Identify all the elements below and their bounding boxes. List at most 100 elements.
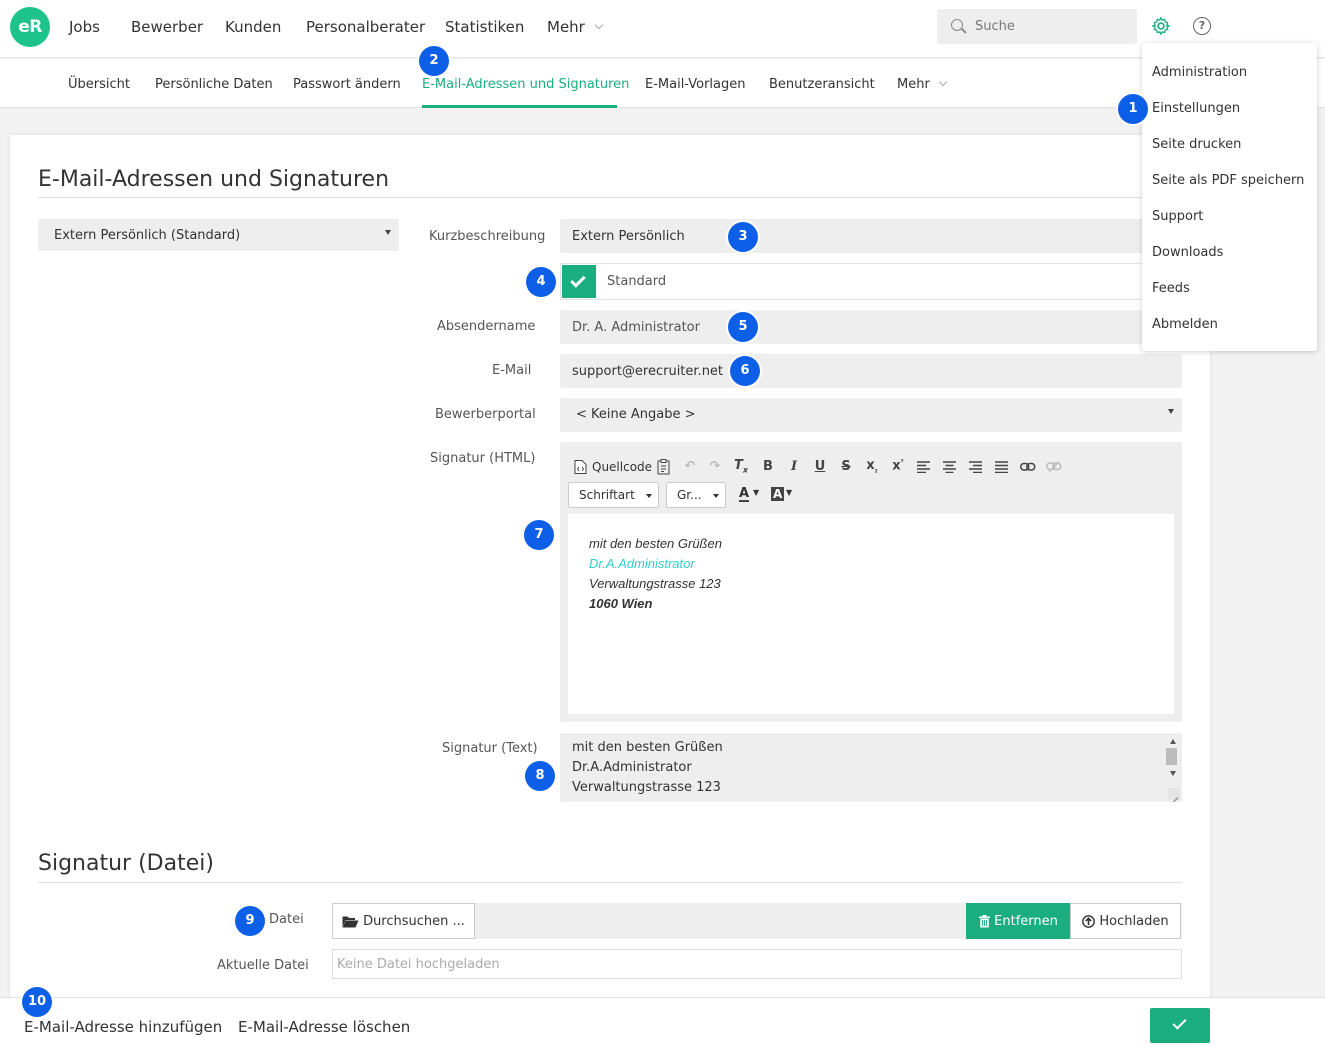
menu-item-seite-als-pdf[interactable]: Seite als PDF speichern [1152,173,1304,188]
menu-item-feeds[interactable]: Feeds [1152,281,1190,296]
kurzbeschreibung-field[interactable]: Extern Persönlich [560,219,1150,253]
folder-open-icon [342,916,359,927]
gear-icon[interactable] [1151,16,1171,36]
menu-item-downloads[interactable]: Downloads [1152,245,1223,260]
annotation-badge-3: 3 [728,222,758,252]
bold-button[interactable]: B [759,459,777,474]
nav-item-bewerber[interactable]: Bewerber [131,18,203,36]
email-label: E-Mail [492,363,532,378]
kurzbeschreibung-label: Kurzbeschreibung [429,229,546,244]
search-input[interactable] [975,9,1125,44]
scrollbar-thumb[interactable] [1166,748,1177,765]
current-file-field: Keine Datei hochgeladen [332,949,1182,979]
remove-button-label: Entfernen [994,913,1058,929]
caret-down-icon: ▼ [786,488,793,497]
editor-line-4: 1060 Wien [589,596,653,611]
nav-item-kunden[interactable]: Kunden [225,18,281,36]
source-code-button[interactable]: Quellcode [592,460,652,474]
unlink-icon[interactable] [1046,461,1062,473]
tab-persoenliche-daten[interactable]: Persönliche Daten [155,77,273,92]
search-box[interactable] [937,9,1137,44]
editor-content-area[interactable]: mit den besten Grüßen Dr.A.Administrator… [568,514,1174,714]
save-button[interactable] [1150,1008,1210,1043]
menu-item-administration[interactable]: Administration [1152,65,1247,80]
page-title: E-Mail-Adressen und Signaturen [38,167,390,192]
nav-item-mehr[interactable]: Mehr [547,18,585,36]
bewerberportal-label: Bewerberportal [435,407,536,422]
paste-icon[interactable] [657,459,671,475]
address-select[interactable]: Extern Persönlich (Standard) [38,219,399,251]
tab-passwort-aendern[interactable]: Passwort ändern [293,77,401,92]
undo-icon[interactable]: ↶ [681,459,699,474]
tab-mehr[interactable]: Mehr [897,77,930,92]
subscript-icon[interactable]: x₂ [863,458,881,475]
standard-checkbox[interactable] [562,265,596,298]
active-tab-indicator [422,105,617,108]
check-icon [1172,1015,1187,1030]
kurzbeschreibung-value: Extern Persönlich [572,229,685,244]
help-icon[interactable]: ? [1193,17,1211,35]
upload-button-label: Hochladen [1099,913,1169,929]
annotation-badge-1: 1 [1118,94,1148,124]
caret-down-icon: ▼ [753,488,760,497]
delete-email-address-button[interactable]: E-Mail-Adresse löschen [238,1018,410,1036]
align-center-icon[interactable] [943,461,957,473]
menu-item-abmelden[interactable]: Abmelden [1152,317,1218,332]
upload-button[interactable]: Hochladen [1070,903,1181,939]
textarea-line-3: Verwaltungstrasse 123 [572,780,721,795]
redo-icon[interactable]: ↷ [706,459,724,474]
font-family-value: Schriftart [579,488,635,502]
align-left-icon[interactable] [917,461,931,473]
remove-button[interactable]: Entfernen [966,903,1071,939]
standard-checkbox-row: Standard [560,263,1150,300]
tab-uebersicht[interactable]: Übersicht [68,77,130,92]
caret-down-icon [1168,409,1174,414]
tab-email-adressen[interactable]: E-Mail-Adressen und Signaturen [422,77,629,92]
scroll-down-icon[interactable] [1170,771,1176,776]
absendername-field[interactable]: Dr. A. Administrator [560,310,1150,344]
trash-icon [979,914,991,927]
font-family-dropdown[interactable]: Schriftart [568,482,659,508]
email-value: support@erecruiter.net [572,364,724,379]
align-right-icon[interactable] [969,461,983,473]
menu-item-einstellungen[interactable]: Einstellungen [1152,101,1240,116]
search-icon [951,19,963,31]
font-size-value: Gr... [677,488,702,502]
font-size-dropdown[interactable]: Gr... [666,482,726,508]
email-field[interactable]: support@erecruiter.net [560,354,1182,388]
tab-email-vorlagen[interactable]: E-Mail-Vorlagen [645,77,746,92]
bewerberportal-select[interactable]: < Keine Angabe > [560,398,1182,432]
link-icon[interactable] [1020,462,1036,472]
section-divider [38,882,1182,883]
nav-item-jobs[interactable]: Jobs [69,18,100,36]
signatur-html-label: Signatur (HTML) [430,451,536,466]
tab-benutzeransicht[interactable]: Benutzeransicht [769,77,875,92]
nav-item-personalberater[interactable]: Personalberater [306,18,425,36]
logo[interactable]: eR [10,7,50,47]
superscript-icon[interactable]: x² [889,458,907,473]
menu-item-support[interactable]: Support [1152,209,1203,224]
section-title-signatur-datei: Signatur (Datei) [38,851,214,876]
annotation-badge-6: 6 [730,356,760,386]
text-color-button[interactable]: A [739,487,750,502]
align-justify-icon[interactable] [995,461,1009,473]
strikethrough-button[interactable]: S [837,459,855,474]
current-file-value: Keine Datei hochgeladen [337,957,500,972]
background-color-button[interactable]: A [771,487,785,501]
scroll-up-icon[interactable] [1170,739,1176,744]
resize-handle[interactable] [1168,788,1180,800]
annotation-badge-7: 7 [524,520,554,550]
italic-button[interactable]: I [785,459,803,474]
menu-item-seite-drucken[interactable]: Seite drucken [1152,137,1241,152]
nav-item-statistiken[interactable]: Statistiken [445,18,524,36]
source-code-icon [574,460,587,474]
settings-dropdown-menu: Administration Einstellungen Seite druck… [1142,43,1317,351]
absendername-label: Absendername [437,319,536,334]
signatur-text-area[interactable]: mit den besten Grüßen Dr.A.Administrator… [560,733,1182,802]
remove-format-icon[interactable]: Tx [732,458,750,475]
underline-button[interactable]: U [811,459,829,474]
annotation-badge-4: 4 [526,267,556,297]
browse-button[interactable]: Durchsuchen ... [332,903,475,939]
add-email-address-button[interactable]: E-Mail-Adresse hinzufügen [24,1018,222,1036]
chevron-down-icon [938,77,948,87]
